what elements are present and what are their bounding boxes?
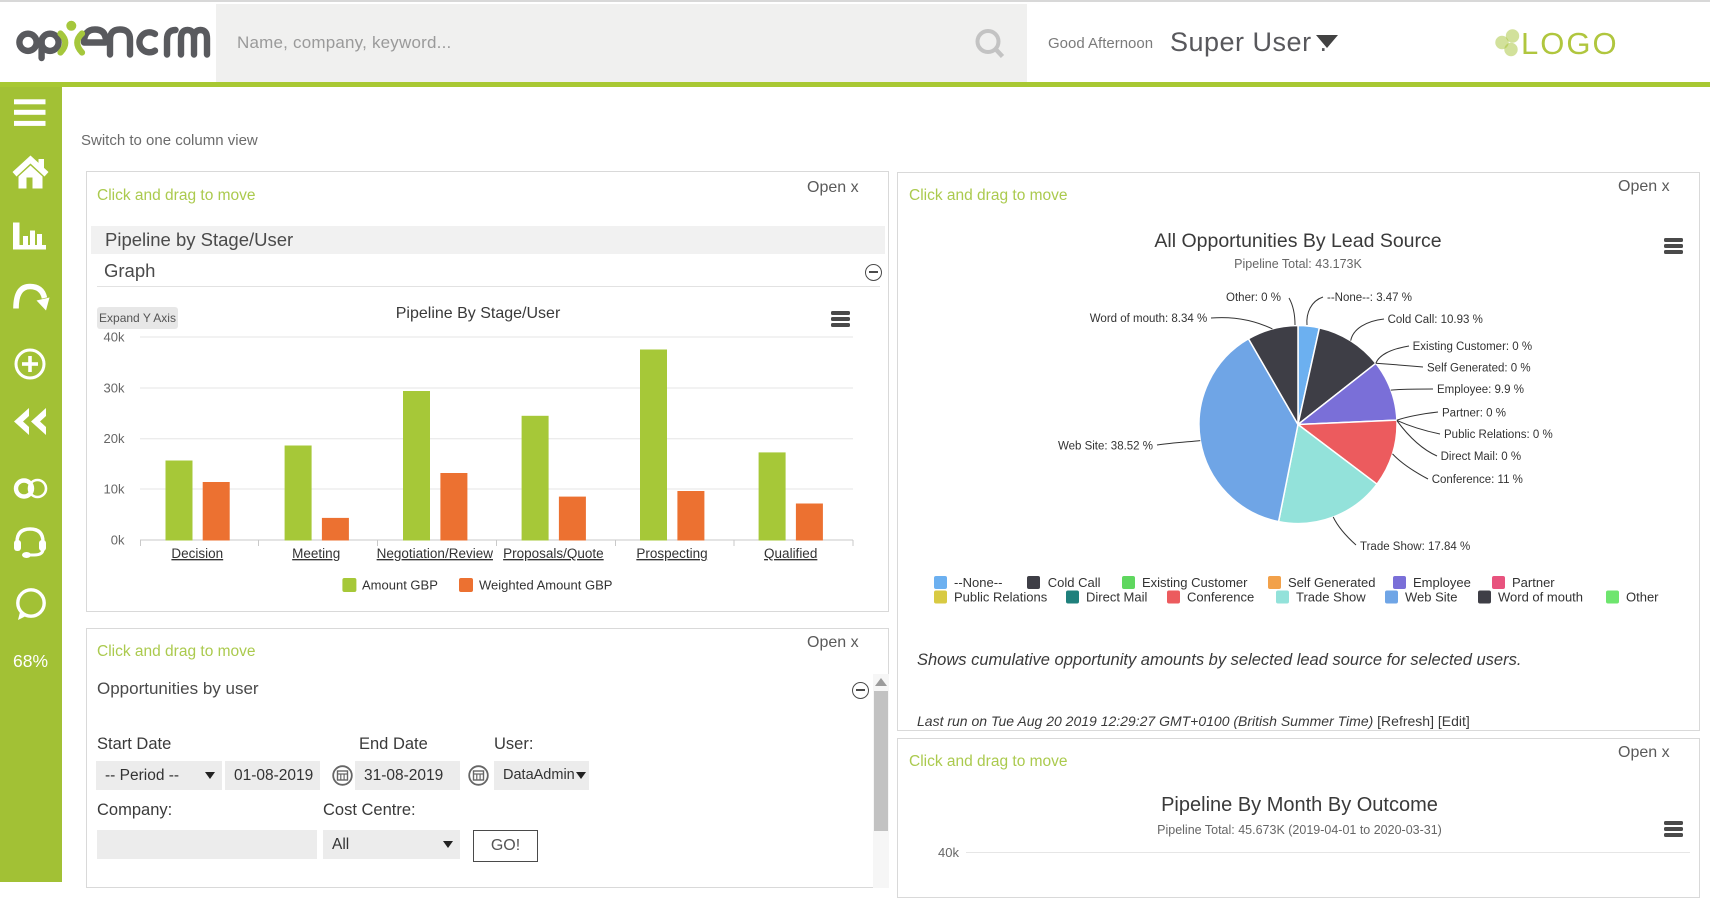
svg-text:Public Relations: 0 %: Public Relations: 0 %	[1444, 429, 1553, 441]
svg-text:Partner: Partner	[1512, 575, 1555, 590]
svg-text:Proposals/Quote: Proposals/Quote	[503, 546, 604, 561]
svg-text:Cold Call: 10.93 %: Cold Call: 10.93 %	[1388, 314, 1483, 326]
svg-text:Employee: Employee	[1413, 575, 1471, 590]
svg-text:Partner: 0 %: Partner: 0 %	[1442, 408, 1506, 420]
svg-text:Pipeline By Stage/User: Pipeline By Stage/User	[396, 305, 561, 322]
svg-text:Existing Customer: Existing Customer	[1142, 575, 1248, 590]
svg-text:Public Relations: Public Relations	[954, 590, 1048, 605]
svg-text:10k: 10k	[104, 482, 125, 497]
svg-text:Meeting: Meeting	[292, 546, 340, 561]
svg-text:Other: Other	[1626, 590, 1659, 605]
svg-text:All Opportunities By Lead Sour: All Opportunities By Lead Source	[1154, 230, 1441, 252]
svg-text:Word of mouth: Word of mouth	[1498, 590, 1583, 605]
svg-text:Conference: Conference	[1187, 590, 1254, 605]
svg-text:Direct Mail: 0 %: Direct Mail: 0 %	[1441, 451, 1522, 463]
svg-text:Employee: 9.9 %: Employee: 9.9 %	[1437, 384, 1524, 396]
svg-text:68%: 68%	[13, 651, 48, 671]
svg-text:Self Generated: Self Generated	[1288, 575, 1375, 590]
svg-text:Decision: Decision	[171, 546, 223, 561]
svg-text:Existing Customer: 0 %: Existing Customer: 0 %	[1413, 341, 1533, 353]
svg-text:--None--: 3.47 %: --None--: 3.47 %	[1327, 292, 1412, 304]
svg-text:Direct Mail: Direct Mail	[1086, 590, 1148, 605]
svg-text:Qualified: Qualified	[764, 546, 817, 561]
svg-text:Trade Show: 17.84 %: Trade Show: 17.84 %	[1360, 541, 1470, 553]
svg-text:Weighted Amount GBP: Weighted Amount GBP	[479, 578, 612, 593]
svg-text:Prospecting: Prospecting	[636, 546, 707, 561]
svg-text:Pipeline Total: 43.173K: Pipeline Total: 43.173K	[1234, 257, 1362, 271]
svg-text:Web Site: 38.52 %: Web Site: 38.52 %	[1058, 440, 1153, 452]
svg-text:Trade Show: Trade Show	[1296, 590, 1366, 605]
svg-text:--None--: --None--	[954, 575, 1002, 590]
svg-text:Self Generated: 0 %: Self Generated: 0 %	[1427, 362, 1531, 374]
svg-text:Web Site: Web Site	[1405, 590, 1458, 605]
svg-text:Negotiation/Review: Negotiation/Review	[377, 546, 494, 561]
svg-text:30k: 30k	[104, 381, 125, 396]
svg-text:0k: 0k	[111, 533, 125, 548]
svg-text:Word of mouth: 8.34 %: Word of mouth: 8.34 %	[1090, 313, 1207, 325]
svg-text:Cold Call: Cold Call	[1048, 575, 1101, 590]
svg-text:20k: 20k	[104, 431, 125, 446]
svg-text:40k: 40k	[104, 330, 125, 345]
svg-text:Other: 0 %: Other: 0 %	[1226, 292, 1281, 304]
svg-text:Conference: 11 %: Conference: 11 %	[1432, 474, 1523, 486]
svg-text:Amount GBP: Amount GBP	[362, 578, 438, 593]
